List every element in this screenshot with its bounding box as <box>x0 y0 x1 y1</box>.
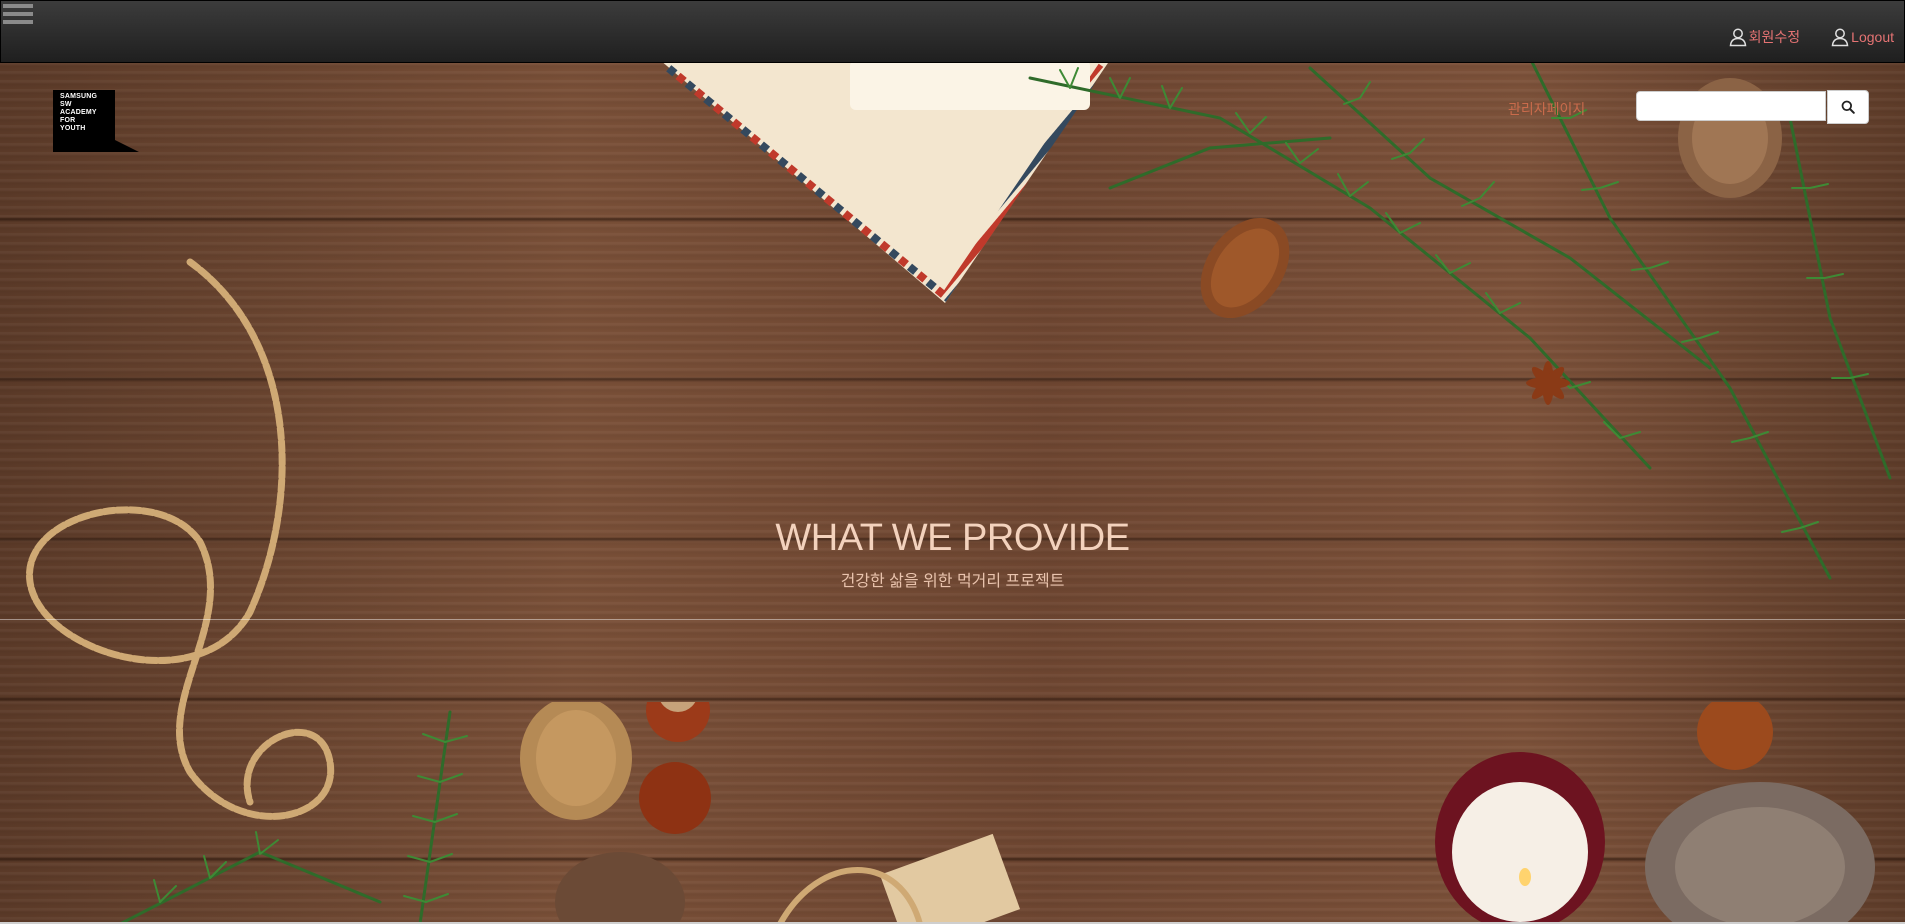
samsung-sw-academy-logo[interactable]: SAMSUNG SW ACADEMY FOR YOUTH <box>53 90 139 152</box>
admin-page-link[interactable]: 관리자페이지 <box>1508 99 1585 119</box>
nav-links: 회원수정 Logout <box>1698 27 1894 47</box>
logout-label: Logout <box>1851 29 1894 45</box>
page: 회원수정 Logout SAMSUNG SW ACADEMY FOR YOUTH… <box>0 0 1905 924</box>
user-icon <box>1831 28 1849 47</box>
edit-profile-label: 회원수정 <box>1748 29 1801 45</box>
bottom-decorations <box>118 702 1875 924</box>
search-icon <box>1841 100 1855 114</box>
user-icon <box>1729 28 1746 47</box>
search-button[interactable] <box>1827 90 1869 124</box>
search-box <box>1636 90 1869 124</box>
hero-title: WHAT WE PROVIDE <box>775 517 1130 559</box>
hamburger-icon[interactable] <box>3 4 33 28</box>
logout-link[interactable]: Logout <box>1830 27 1894 47</box>
hero-subtitle: 건강한 삶을 위한 먹거리 프로젝트 <box>840 573 1065 590</box>
hero-divider <box>0 619 1905 620</box>
hero-banner: SAMSUNG SW ACADEMY FOR YOUTH 관리자페이지 WHAT… <box>0 58 1905 924</box>
search-input[interactable] <box>1636 91 1826 121</box>
top-navbar: 회원수정 Logout <box>0 0 1905 63</box>
logo-text: SAMSUNG SW ACADEMY FOR YOUTH <box>60 93 98 132</box>
edit-profile-link[interactable]: 회원수정 <box>1728 27 1801 47</box>
